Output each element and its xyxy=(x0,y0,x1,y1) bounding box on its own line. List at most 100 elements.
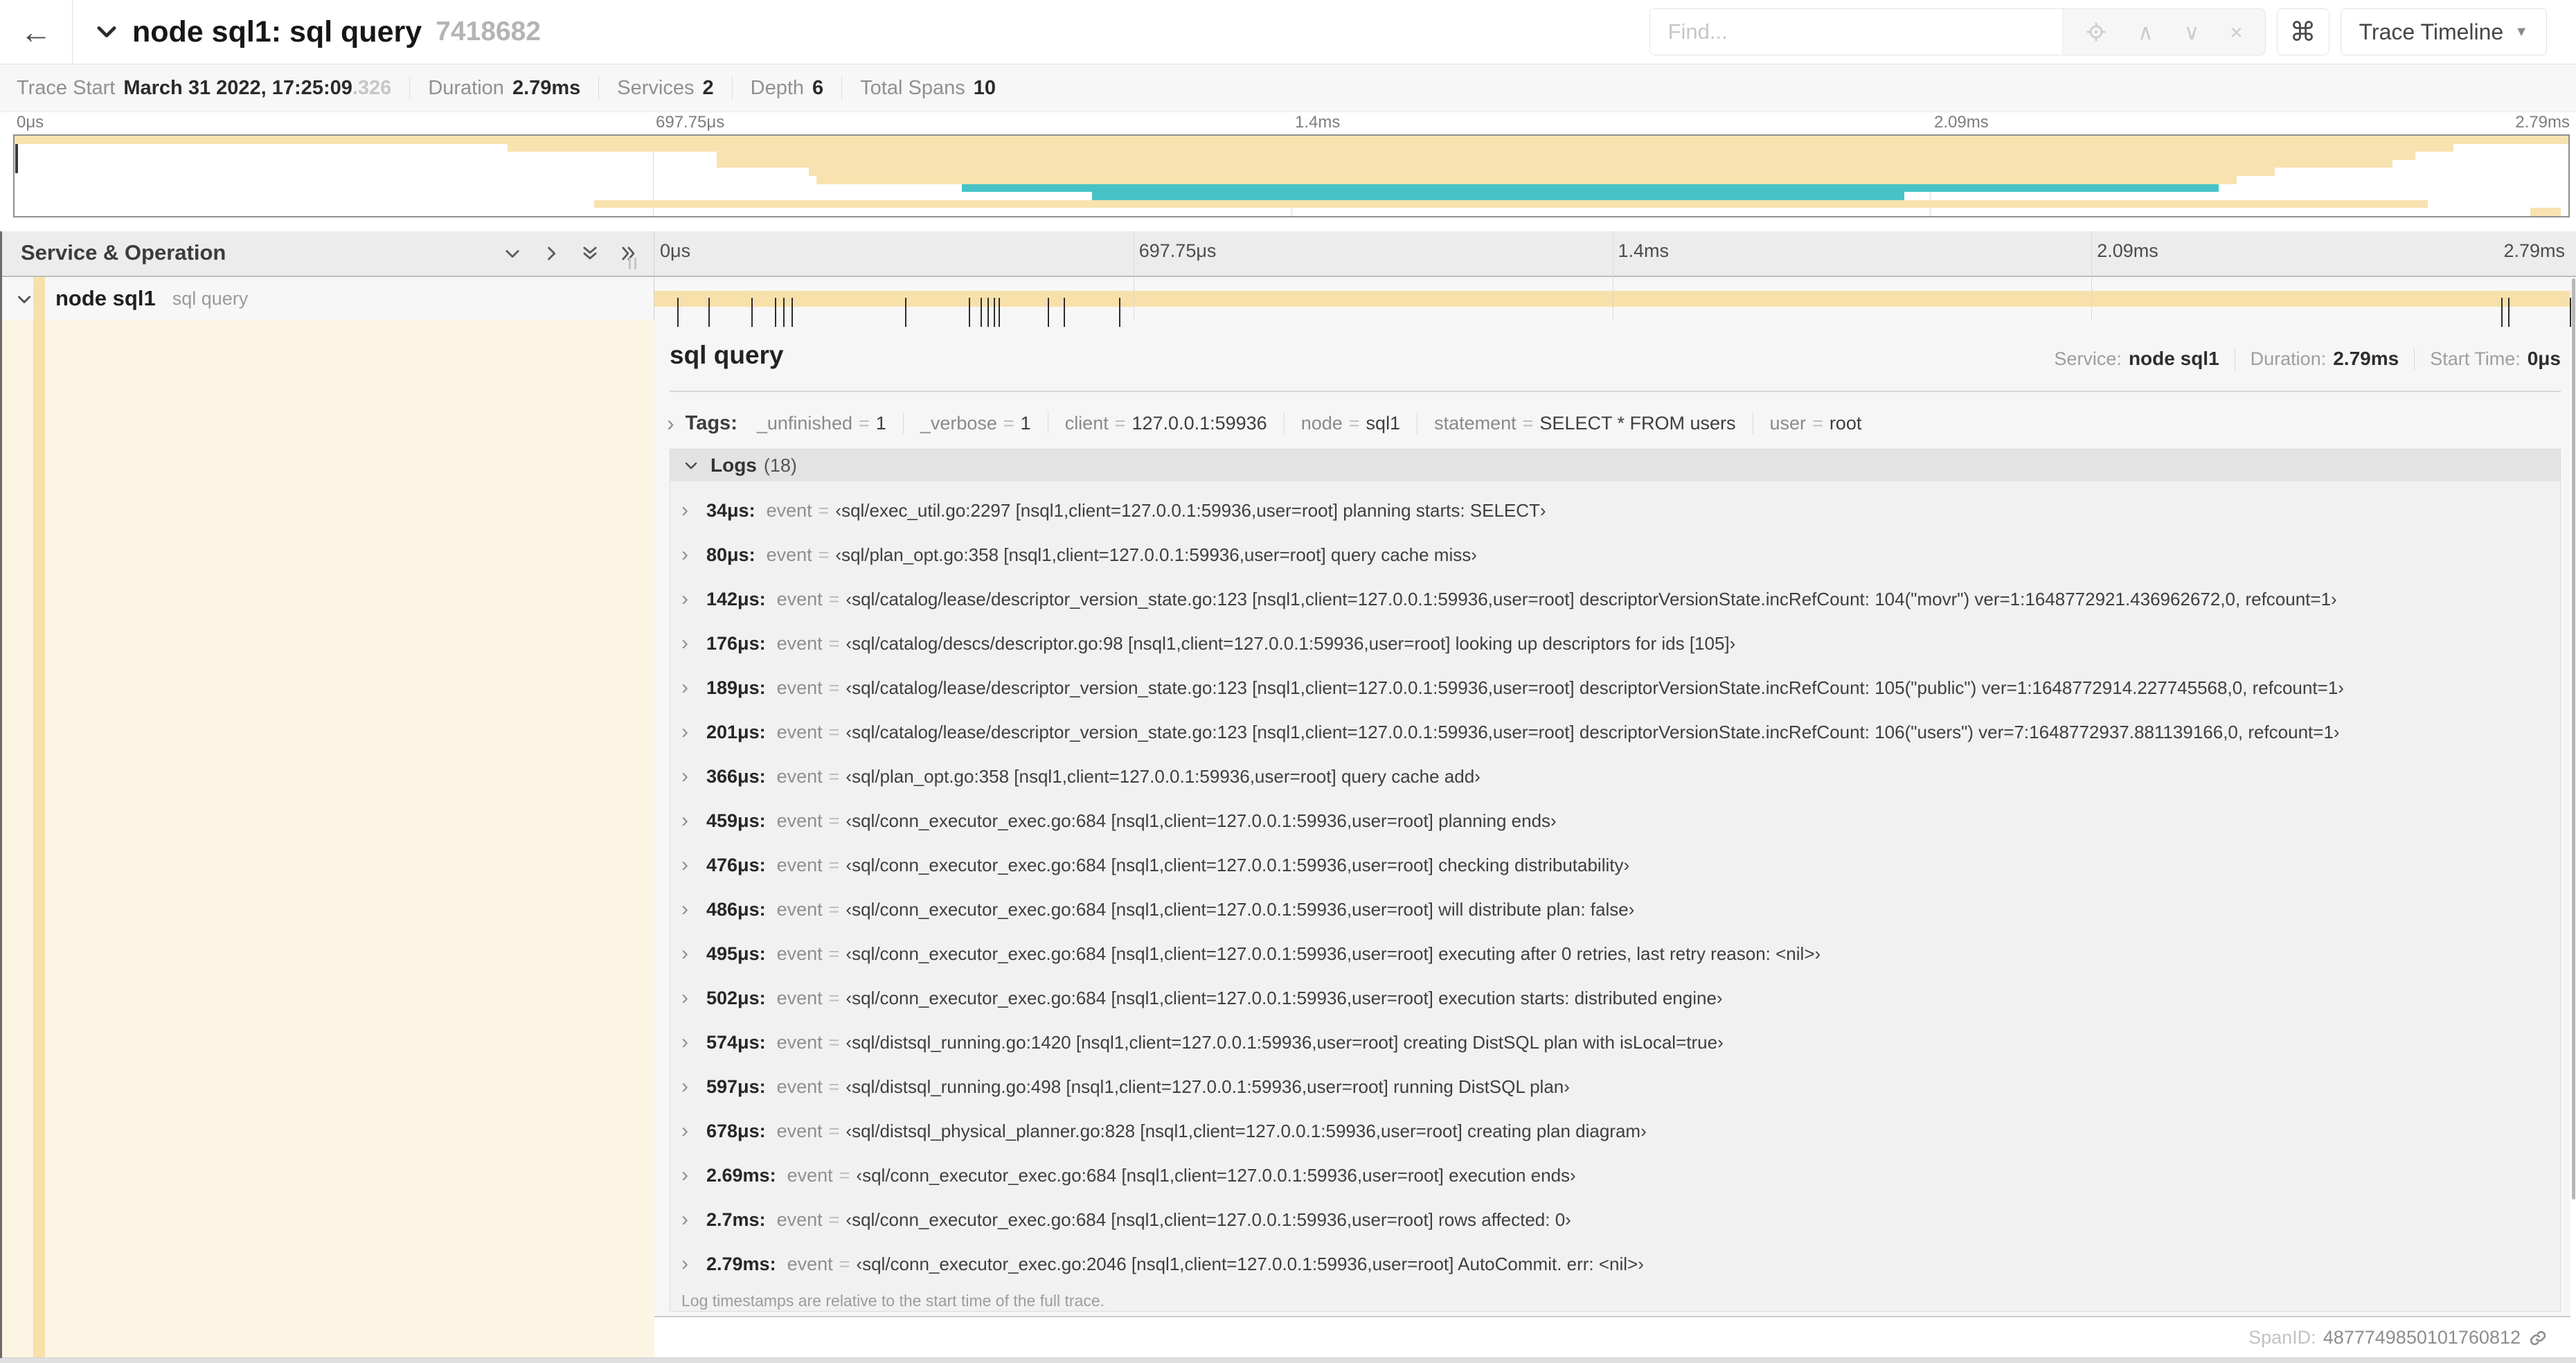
chevron-right-icon[interactable]: › xyxy=(681,1209,698,1230)
ruler-tick-label: 1.4ms xyxy=(1618,240,1670,261)
log-marker-tick xyxy=(987,298,989,327)
log-timestamp: 201μs: xyxy=(706,721,766,742)
minimap-tick-label: 697.75μs xyxy=(656,113,725,132)
collapse-trace-icon[interactable] xyxy=(93,19,120,45)
chevron-right-icon[interactable]: › xyxy=(681,1165,698,1186)
collapse-all-icon[interactable] xyxy=(580,244,600,263)
log-message: ‹sql/distsql_running.go:1420 [nsql1,clie… xyxy=(846,1031,1724,1053)
expand-one-icon[interactable] xyxy=(542,244,561,263)
span-id-label: SpanID: xyxy=(2248,1327,2316,1348)
trace-id: 7418682 xyxy=(436,17,541,46)
log-row[interactable]: › 201μs: event = ‹sql/catalog/lease/descript… xyxy=(670,710,2560,754)
log-timestamp: 597μs: xyxy=(706,1076,766,1097)
tag-_unfinished: _unfinished = 1 xyxy=(756,412,886,434)
find-clear-icon[interactable]: × xyxy=(2230,21,2242,43)
chevron-right-icon[interactable]: › xyxy=(681,500,698,521)
chevron-right-icon[interactable]: › xyxy=(681,1032,698,1053)
chevron-right-icon[interactable]: › xyxy=(681,943,698,964)
log-message: ‹sql/distsql_running.go:498 [nsql1,clien… xyxy=(846,1076,1570,1097)
trace-stat-trace-start: Trace Start March 31 2022, 17:25:09.326 xyxy=(17,76,392,99)
meta-label: Start Time: xyxy=(2430,348,2521,369)
minimap-tick-label: 0μs xyxy=(17,113,44,132)
log-row[interactable]: › 2.7ms: event = ‹sql/conn_executor_exec.go:… xyxy=(670,1197,2560,1242)
log-row[interactable]: › 495μs: event = ‹sql/conn_executor_exec.go:… xyxy=(670,932,2560,976)
log-row[interactable]: › 502μs: event = ‹sql/conn_executor_exec.go:… xyxy=(670,976,2560,1020)
log-row[interactable]: › 189μs: event = ‹sql/catalog/lease/descript… xyxy=(670,666,2560,710)
log-marker-tick xyxy=(904,298,906,327)
find-input[interactable] xyxy=(1649,9,2063,55)
link-icon[interactable] xyxy=(2528,1328,2548,1348)
trace-view-label: Trace Timeline xyxy=(2359,19,2504,44)
chevron-right-icon[interactable]: › xyxy=(681,1254,698,1274)
log-message: ‹sql/catalog/lease/descriptor_version_st… xyxy=(846,721,2340,742)
log-row[interactable]: › 176μs: event = ‹sql/catalog/descs/descript… xyxy=(670,621,2560,666)
log-timestamp: 2.7ms: xyxy=(706,1209,766,1230)
log-timestamp: 2.79ms: xyxy=(706,1253,776,1274)
chevron-right-icon[interactable]: › xyxy=(681,722,698,742)
log-marker-tick xyxy=(1119,298,1121,327)
minimap-tick-label: 1.4ms xyxy=(1295,113,1341,132)
trace-stat-services: Services 2 xyxy=(617,76,714,99)
chevron-right-icon[interactable]: › xyxy=(681,855,698,875)
log-message: ‹sql/conn_executor_exec.go:684 [nsql1,cl… xyxy=(846,854,1630,875)
tag-user: user = root xyxy=(1769,412,1862,434)
minimap-span-bar xyxy=(507,143,2454,152)
keyboard-shortcuts-button[interactable]: ⌘ xyxy=(2276,8,2329,55)
meta-label: Service: xyxy=(2054,348,2122,369)
locate-icon[interactable] xyxy=(2085,21,2107,43)
column-resize-handle[interactable] xyxy=(629,258,636,269)
chevron-right-icon[interactable]: › xyxy=(681,589,698,609)
log-row[interactable]: › 142μs: event = ‹sql/catalog/lease/descript… xyxy=(670,577,2560,621)
trace-view-dropdown[interactable]: Trace Timeline ▼ xyxy=(2340,8,2547,55)
chevron-right-icon[interactable]: › xyxy=(681,899,698,920)
log-row[interactable]: › 597μs: event = ‹sql/distsql_running.go:498… xyxy=(670,1064,2560,1109)
minimap-span-bar xyxy=(816,176,2237,184)
log-row[interactable]: › 486μs: event = ‹sql/conn_executor_exec.go:… xyxy=(670,887,2560,932)
minimap-tick-labels: 0μs 697.75μs 1.4ms 2.09ms 2.79ms xyxy=(13,113,2570,132)
log-row[interactable]: › 459μs: event = ‹sql/conn_executor_exec.go:… xyxy=(670,799,2560,843)
log-timestamp: 34μs: xyxy=(706,499,755,521)
log-message: ‹sql/conn_executor_exec.go:2046 [nsql1,c… xyxy=(856,1253,1644,1274)
logs-section: Logs (18) › 34μs: event = ‹sql/exec_util.go:… xyxy=(670,449,2561,1312)
log-message: ‹sql/conn_executor_exec.go:684 [nsql1,cl… xyxy=(846,943,1821,964)
tags-row[interactable]: › Tags: _unfinished = 1 _verbose = 1 client = 12… xyxy=(667,407,1861,439)
log-timestamp: 2.69ms: xyxy=(706,1164,776,1186)
minimap-span-bar xyxy=(962,184,2219,193)
find-next-icon[interactable]: ∨ xyxy=(2184,21,2200,43)
back-button[interactable]: ← xyxy=(0,0,73,64)
log-row[interactable]: › 80μs: event = ‹sql/plan_opt.go:358 [nsql1,… xyxy=(670,533,2560,577)
span-row-node-sql1[interactable]: node sql1 sql query xyxy=(0,277,2576,327)
chevron-right-icon[interactable]: › xyxy=(681,1121,698,1141)
chevron-right-icon[interactable]: › xyxy=(681,766,698,787)
detail-row-indent-area xyxy=(0,320,654,1363)
log-row[interactable]: › 366μs: event = ‹sql/plan_opt.go:358 [nsql1… xyxy=(670,754,2560,799)
span-service-name: node sql1 xyxy=(55,286,156,310)
log-row[interactable]: › 2.79ms: event = ‹sql/conn_executor_exec.go… xyxy=(670,1242,2560,1286)
tag-separator xyxy=(902,412,904,434)
chevron-right-icon[interactable]: › xyxy=(681,810,698,831)
log-timestamp: 495μs: xyxy=(706,943,766,964)
trace-minimap[interactable] xyxy=(13,134,2570,217)
chevron-right-icon[interactable]: › xyxy=(681,988,698,1008)
log-row[interactable]: › 476μs: event = ‹sql/conn_executor_exec.go:… xyxy=(670,843,2560,887)
chevron-right-icon[interactable]: › xyxy=(681,677,698,698)
chevron-right-icon[interactable]: › xyxy=(681,1076,698,1097)
chevron-right-icon[interactable]: › xyxy=(681,544,698,565)
log-row[interactable]: › 678μs: event = ‹sql/distsql_physical_plann… xyxy=(670,1109,2560,1153)
trace-stat-total-spans: Total Spans 10 xyxy=(860,76,996,99)
chevron-right-icon[interactable]: › xyxy=(667,412,674,434)
vertical-scrollbar[interactable] xyxy=(2572,278,2575,1200)
log-timestamp: 142μs: xyxy=(706,588,766,609)
log-row[interactable]: › 2.69ms: event = ‹sql/conn_executor_exec.go… xyxy=(670,1153,2560,1197)
log-message: ‹sql/catalog/lease/descriptor_version_st… xyxy=(846,588,2337,609)
collapse-one-icon[interactable] xyxy=(503,244,522,263)
chevron-right-icon[interactable]: › xyxy=(681,633,698,654)
timeline-gridline xyxy=(2091,231,2093,320)
log-row[interactable]: › 34μs: event = ‹sql/exec_util.go:2297 [nsql… xyxy=(670,488,2560,533)
log-row[interactable]: › 574μs: event = ‹sql/distsql_running.go:142… xyxy=(670,1020,2560,1064)
logs-header[interactable]: Logs (18) xyxy=(670,449,2560,481)
span-collapse-icon[interactable] xyxy=(15,290,33,308)
find-prev-icon[interactable]: ∧ xyxy=(2138,21,2154,43)
trace-stat-depth: Depth 6 xyxy=(750,76,824,99)
log-timestamp: 80μs: xyxy=(706,544,755,565)
